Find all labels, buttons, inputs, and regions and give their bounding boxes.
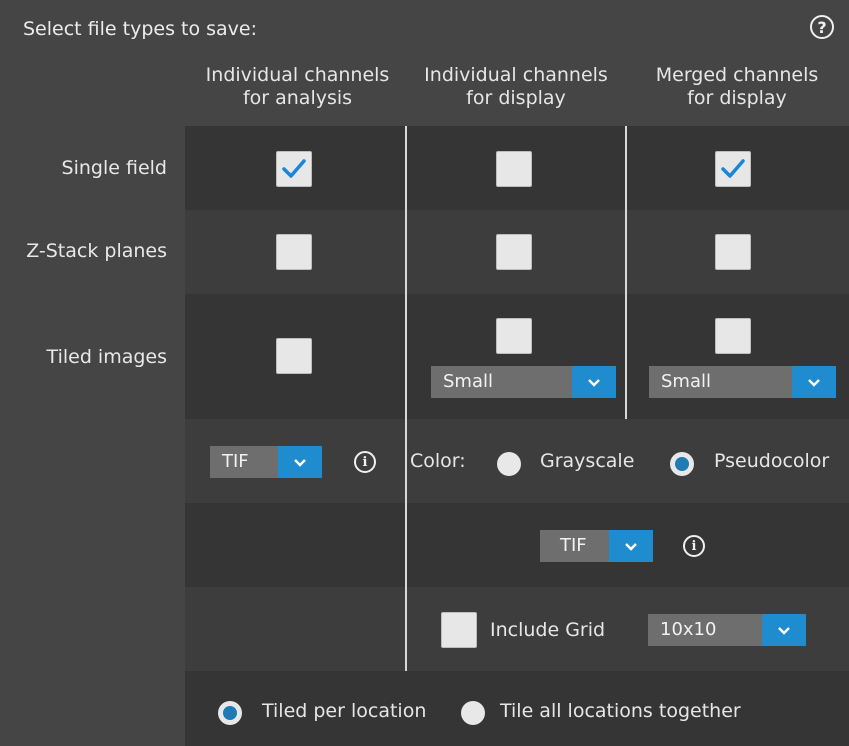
column-header-analysis: Individual channels for analysis [190, 64, 405, 110]
tiled-per-location-radio[interactable] [218, 701, 242, 725]
row-label-z-stack: Z-Stack planes [26, 240, 167, 262]
column-divider [625, 126, 627, 419]
dropdown-value: 10x10 [648, 614, 762, 646]
column-header-line: for display [687, 87, 787, 109]
chevron-down-icon[interactable] [278, 446, 322, 478]
info-icon[interactable]: i [354, 451, 376, 473]
column-header-line: for analysis [242, 87, 353, 109]
grayscale-radio[interactable] [497, 452, 521, 476]
checkbox-z-stack-display[interactable] [496, 234, 532, 270]
chevron-down-icon[interactable] [572, 366, 616, 398]
column-divider [405, 126, 407, 671]
row-band-display-format [185, 503, 849, 587]
grid-size-dropdown[interactable]: 10x10 [648, 614, 806, 646]
checkbox-single-field-display[interactable] [496, 151, 532, 187]
tile-all-locations-label: Tile all locations together [500, 700, 741, 722]
checkbox-single-field-merged[interactable] [715, 151, 751, 187]
dropdown-value: TIF [210, 446, 278, 478]
grayscale-label: Grayscale [540, 450, 635, 472]
row-label-tiled-images: Tiled images [46, 346, 167, 368]
info-icon[interactable]: i [683, 535, 705, 557]
checkbox-tiled-images-display[interactable] [496, 318, 532, 354]
title: Select file types to save: [23, 18, 258, 40]
dropdown-value: TIF [540, 530, 609, 562]
help-icon[interactable]: ? [810, 15, 834, 39]
display-format-dropdown[interactable]: TIF [540, 530, 653, 562]
pseudocolor-label: Pseudocolor [714, 450, 830, 472]
checkbox-single-field-analysis[interactable] [276, 151, 312, 187]
checkmark-icon [282, 159, 306, 178]
include-grid-checkbox[interactable] [441, 612, 477, 648]
tile-size-display-dropdown[interactable]: Small [431, 366, 616, 398]
dropdown-value: Small [649, 366, 792, 398]
checkbox-tiled-images-analysis[interactable] [276, 338, 312, 374]
checkmark-icon [721, 159, 745, 178]
chevron-down-icon[interactable] [609, 530, 653, 562]
color-label: Color: [410, 450, 466, 472]
column-header-line: Merged channels [655, 64, 819, 86]
chevron-down-icon[interactable] [792, 366, 836, 398]
tile-all-locations-radio[interactable] [461, 701, 485, 725]
column-header-line: for display [466, 87, 566, 109]
analysis-format-dropdown[interactable]: TIF [210, 446, 322, 478]
column-header-line: Individual channels [424, 64, 608, 86]
column-header-line: Individual channels [205, 64, 390, 86]
chevron-down-icon[interactable] [762, 614, 806, 646]
dropdown-value: Small [431, 366, 572, 398]
checkbox-tiled-images-merged[interactable] [715, 318, 751, 354]
checkbox-z-stack-analysis[interactable] [276, 234, 312, 270]
column-header-display: Individual channels for display [406, 64, 626, 110]
tiled-per-location-label: Tiled per location [262, 700, 427, 722]
pseudocolor-radio[interactable] [670, 452, 694, 476]
row-label-single-field: Single field [61, 157, 167, 179]
column-header-merged: Merged channels for display [628, 64, 846, 110]
checkbox-z-stack-merged[interactable] [715, 234, 751, 270]
include-grid-label: Include Grid [490, 619, 606, 641]
tile-size-merged-dropdown[interactable]: Small [649, 366, 836, 398]
